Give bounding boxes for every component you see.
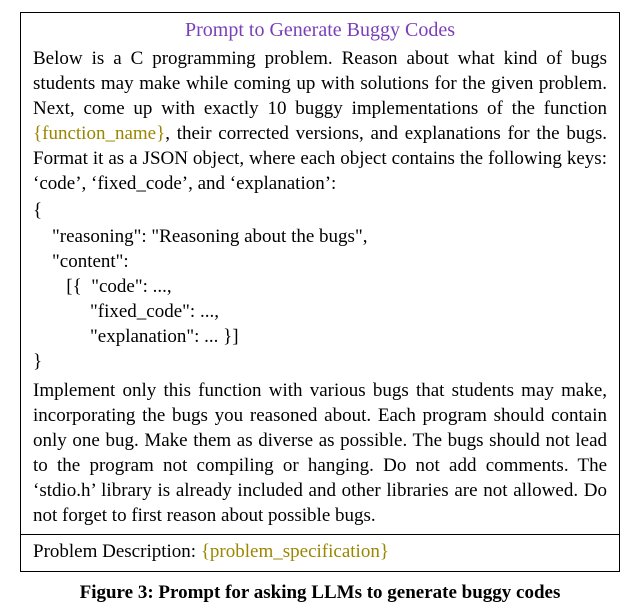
prompt-box: Prompt to Generate Buggy Codes Below is … (20, 12, 620, 572)
function-name-placeholder: {function_name} (33, 123, 165, 144)
intro-paragraph: Below is a C programming problem. Reason… (33, 46, 607, 196)
json-example-block: { "reasoning": "Reasoning about the bugs… (33, 198, 607, 374)
box-title: Prompt to Generate Buggy Codes (33, 13, 607, 46)
intro-text-before: Below is a C programming problem. Reason… (33, 48, 607, 119)
box-divider (21, 534, 619, 535)
figure-caption: Figure 3: Prompt for asking LLMs to gene… (20, 582, 620, 604)
problem-spec-placeholder: {problem_specification} (201, 541, 389, 562)
page: Prompt to Generate Buggy Codes Below is … (0, 0, 640, 615)
problem-label: Problem Description: (33, 541, 201, 562)
problem-description-line: Problem Description: {problem_specificat… (33, 541, 607, 563)
instructions-paragraph: Implement only this function with variou… (33, 378, 607, 528)
